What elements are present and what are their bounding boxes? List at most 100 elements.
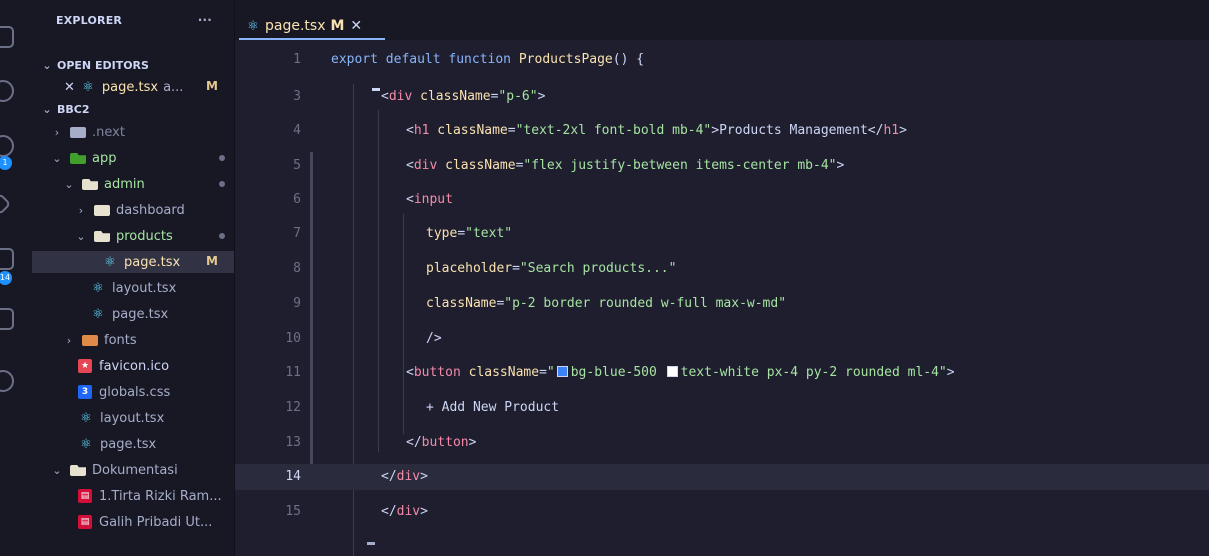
- code-line[interactable]: 1 export default function ProductsPage() …: [235, 47, 1209, 73]
- favicon-icon: ★: [78, 359, 92, 373]
- code-line[interactable]: 15 </div>: [235, 499, 1209, 525]
- tree-item-pdf-2[interactable]: ▤ Galih Pribadi Ut...: [32, 511, 234, 533]
- code-text: />: [426, 326, 442, 352]
- editor-tab-bar: ⚛ page.tsx M ✕: [235, 0, 1209, 40]
- code-line[interactable]: 12 + Add New Product: [235, 395, 1209, 421]
- code-token: />: [426, 331, 442, 346]
- folder-open-icon: [94, 231, 110, 242]
- code-token: text-white px-4 py-2 rounded ml-4": [680, 365, 947, 380]
- tree-item-label: fonts: [104, 332, 137, 348]
- code-token: =: [457, 226, 466, 241]
- run-debug-icon[interactable]: [0, 192, 12, 216]
- tree-item-globals[interactable]: 3 globals.css: [32, 381, 234, 403]
- chevron-down-icon: ⌄: [42, 58, 52, 72]
- close-icon[interactable]: ✕: [64, 80, 75, 95]
- line-number: 4: [293, 123, 301, 138]
- code-token: className: [426, 296, 497, 311]
- search-icon[interactable]: [0, 80, 14, 102]
- code-token: <: [406, 123, 414, 138]
- explorer-icon[interactable]: [0, 26, 14, 48]
- code-token: "text-2xl font-bold mb-4": [515, 123, 712, 138]
- code-line[interactable]: 5 <div className="flex justify-between it…: [235, 153, 1209, 179]
- code-line[interactable]: 8 placeholder="Search products...": [235, 256, 1209, 282]
- tree-item-label: .next: [92, 124, 125, 140]
- tree-item-products-page[interactable]: ⚛ page.tsx M: [32, 251, 234, 273]
- tree-item-app[interactable]: ⌄ app: [32, 147, 234, 169]
- code-line[interactable]: 10 />: [235, 326, 1209, 352]
- open-editor-item[interactable]: ✕ ⚛ page.tsx a... M: [32, 76, 234, 98]
- code-token: className: [460, 365, 540, 380]
- line-number: 9: [293, 296, 301, 311]
- folder-icon: [82, 335, 98, 346]
- tree-item-label: globals.css: [99, 384, 171, 400]
- code-token: className: [437, 158, 516, 173]
- tab-label: page.tsx: [265, 18, 326, 34]
- code-text: <h1 className="text-2xl font-bold mb-4">…: [406, 118, 907, 144]
- code-line[interactable]: 13 </button>: [235, 430, 1209, 456]
- project-section[interactable]: ⌄ BBC2: [32, 98, 234, 120]
- chevron-down-icon: ⌄: [42, 102, 52, 116]
- code-line[interactable]: 11 <button className=" bg-blue-500 text-wh…: [235, 360, 1209, 386]
- extensions-icon[interactable]: [0, 248, 14, 270]
- tree-item-page[interactable]: ⚛ page.tsx: [32, 433, 234, 455]
- tree-item-admin-page[interactable]: ⚛ page.tsx: [32, 303, 234, 325]
- chevron-down-icon: ⌄: [76, 229, 86, 243]
- code-line[interactable]: 4 <h1 className="text-2xl font-bold mb-4"…: [235, 118, 1209, 144]
- code-line[interactable]: 3 <div className="p-6">: [235, 84, 1209, 110]
- code-line[interactable]: 6 <input: [235, 187, 1209, 213]
- code-line[interactable]: 14 </div>: [235, 464, 1209, 490]
- react-icon: ⚛: [80, 436, 92, 452]
- line-number: 8: [293, 261, 301, 276]
- code-token: ": [546, 365, 555, 380]
- timeline-icon[interactable]: [0, 370, 14, 392]
- tree-item-label: admin: [104, 176, 145, 192]
- remote-explorer-icon[interactable]: [0, 308, 14, 330]
- tab-modified-indicator: M: [330, 18, 345, 34]
- tree-item-label: Galih Pribadi Ut...: [99, 514, 213, 530]
- code-token: </: [381, 504, 397, 519]
- tree-item-favicon[interactable]: ★ favicon.ico: [32, 355, 234, 377]
- pdf-icon: ▤: [78, 489, 92, 503]
- code-text: <div className="p-6">: [381, 84, 545, 110]
- code-token: >Products Management</: [711, 123, 884, 138]
- line-number: 15: [285, 504, 301, 519]
- modified-dot: [219, 155, 225, 161]
- line-number: 11: [285, 365, 301, 380]
- code-token: </: [381, 469, 397, 484]
- tree-item-pdf-1[interactable]: ▤ 1.Tirta Rizki Ram...: [32, 485, 234, 507]
- chevron-right-icon: ›: [78, 203, 84, 217]
- tree-item-dashboard[interactable]: › dashboard: [32, 199, 234, 221]
- react-icon: ⚛: [247, 18, 259, 34]
- pdf-icon: ▤: [78, 515, 92, 529]
- tree-item-admin-layout[interactable]: ⚛ layout.tsx: [32, 277, 234, 299]
- open-editors-label: OPEN EDITORS: [57, 58, 149, 72]
- code-token: () {: [612, 52, 645, 67]
- code-token: >: [899, 123, 907, 138]
- code-editor[interactable]: 1 export default function ProductsPage() …: [235, 40, 1209, 556]
- tree-item-layout[interactable]: ⚛ layout.tsx: [32, 407, 234, 429]
- code-token: =: [507, 123, 516, 138]
- open-editor-folder: a...: [163, 79, 184, 95]
- code-token: >: [537, 89, 546, 104]
- source-control-badge: 1: [0, 156, 12, 170]
- tree-item-dokumentasi[interactable]: ⌄ Dokumentasi: [32, 459, 234, 481]
- modified-dot: [219, 181, 225, 187]
- tree-item-fonts[interactable]: › fonts: [32, 329, 234, 351]
- open-editors-section[interactable]: ⌄ OPEN EDITORS: [32, 54, 234, 76]
- tree-item-label: page.tsx: [112, 306, 169, 322]
- project-name: BBC2: [57, 102, 90, 116]
- react-icon: ⚛: [92, 306, 104, 322]
- tree-item-admin[interactable]: ⌄ admin: [32, 173, 234, 195]
- code-line[interactable]: 7 type="text": [235, 221, 1209, 247]
- source-control-icon[interactable]: [0, 135, 14, 157]
- modified-indicator: M: [206, 254, 218, 268]
- line-number: 12: [285, 400, 301, 415]
- tab-page-tsx[interactable]: ⚛ page.tsx M ✕: [245, 12, 362, 40]
- tab-close-icon[interactable]: ✕: [350, 18, 362, 34]
- line-number: 5: [293, 158, 301, 173]
- more-actions-icon[interactable]: ···: [198, 13, 212, 27]
- code-line[interactable]: 9 className="p-2 border rounded w-full ma…: [235, 291, 1209, 317]
- code-token: <: [406, 158, 414, 173]
- tree-item-next[interactable]: › .next: [32, 121, 234, 143]
- tree-item-products[interactable]: ⌄ products: [32, 225, 234, 247]
